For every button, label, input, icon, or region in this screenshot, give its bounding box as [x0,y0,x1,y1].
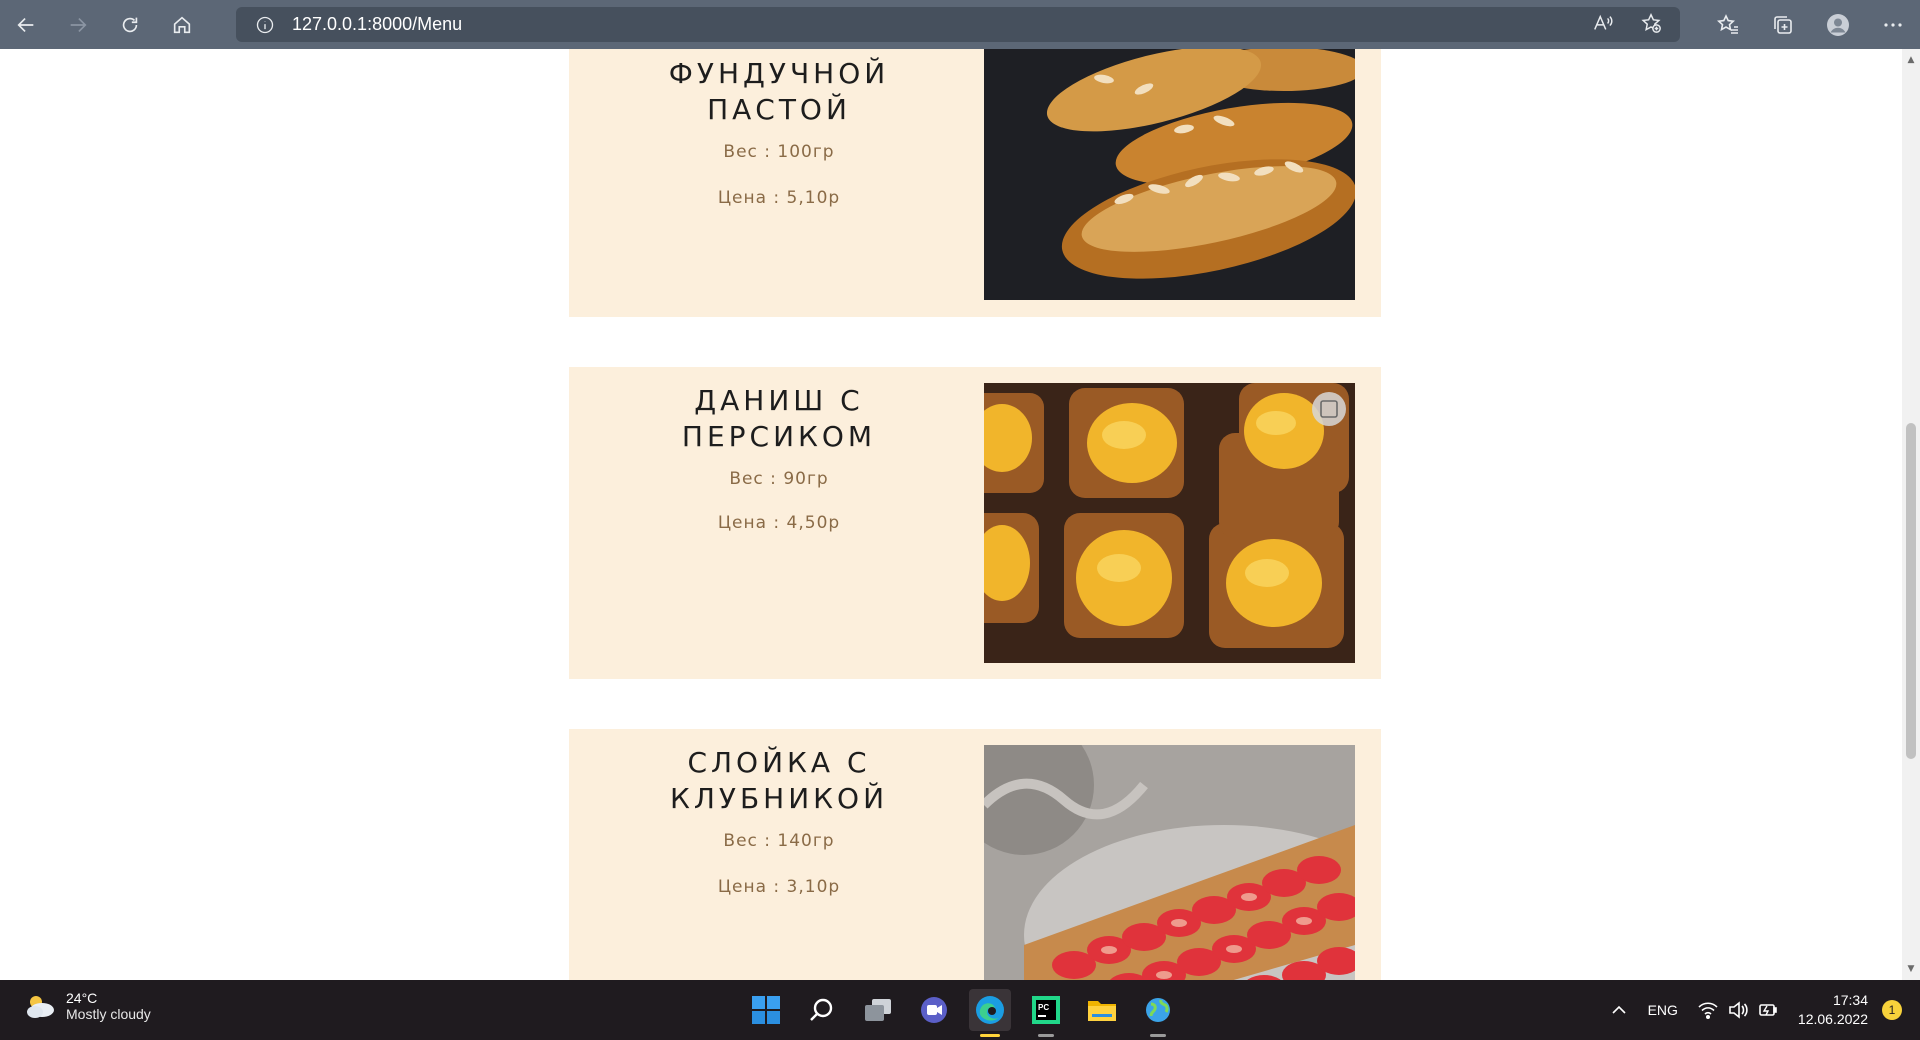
cloud-sun-icon [27,996,54,1018]
task-view-button[interactable] [857,989,899,1031]
chevron-up-icon [1612,1005,1626,1014]
search-icon [810,998,833,1021]
almond-croissant-photo [984,49,1355,300]
menu-item-title: ФУНДУЧНОЙ ПАСТОЙ [668,57,890,126]
weather-temperature: 24°C [66,990,98,1006]
refresh-button[interactable] [104,0,156,49]
globe-icon [1146,998,1170,1022]
clock[interactable]: 17:34 12.06.2022 [1798,991,1868,1029]
language-indicator[interactable]: ENG [1648,1002,1678,1018]
teams-chat-button[interactable] [913,989,955,1031]
wifi-icon[interactable] [1698,1001,1718,1019]
edge-browser-icon [976,996,1004,1024]
forward-button[interactable] [52,0,104,49]
more-menu-button[interactable] [1865,0,1920,49]
notification-badge[interactable]: 1 [1882,1000,1902,1020]
active-indicator [980,1034,1000,1037]
clock-time: 17:34 [1832,992,1868,1008]
scroll-up-arrow-icon[interactable]: ▲ [1906,55,1916,65]
search-button[interactable] [801,989,843,1031]
windows-logo-icon [752,996,780,1024]
avatar-icon [1826,13,1849,36]
show-hidden-icons-button[interactable] [1610,1001,1628,1019]
read-aloud-icon[interactable] [1592,12,1614,38]
more-dots-icon [1883,22,1902,27]
strawberry-puff-photo [984,745,1355,980]
menu-item-price: Цена : 3,10р [717,877,841,897]
profile-button[interactable] [1810,0,1865,49]
menu-item-title: ДАНИШ С ПЕРСИКОМ [681,384,877,453]
browser-toolbar: 127.0.0.1:8000/Menu [0,0,1920,49]
scroll-down-arrow-icon[interactable]: ▼ [1906,964,1916,974]
volume-icon[interactable] [1728,1001,1748,1019]
menu-item-card: ФУНДУЧНОЙ ПАСТОЙ Вес : 100гр Цена : 5,10… [569,49,1381,317]
back-button[interactable] [0,0,52,49]
favorites-button[interactable] [1700,0,1755,49]
collections-button[interactable] [1755,0,1810,49]
running-indicator [1038,1034,1054,1037]
battery-icon[interactable] [1758,1001,1778,1019]
add-favorite-icon[interactable] [1640,12,1662,38]
arrow-right-icon [70,17,87,32]
menu-item-price: Цена : 4,50р [717,513,841,533]
task-view-icon [865,999,891,1021]
home-icon [173,16,191,33]
peach-danish-photo [984,383,1355,663]
favorites-icon [1716,13,1738,34]
globe-app-button[interactable] [1137,989,1179,1037]
folder-icon [1088,1001,1116,1021]
collections-icon [1773,15,1792,34]
menu-item-title: СЛОЙКА С КЛУБНИКОЙ [669,746,889,815]
page-viewport: ФУНДУЧНОЙ ПАСТОЙ Вес : 100гр Цена : 5,10… [0,49,1902,980]
pycharm-icon: PC [1032,996,1060,1024]
weather-widget[interactable]: 24°C Mostly cloudy [24,990,151,1022]
running-indicator [1150,1034,1166,1037]
edge-taskbar-button[interactable] [969,989,1011,1037]
system-tray: ENG 17:34 12.06.2022 1 [1610,980,1920,1040]
start-button[interactable] [745,989,787,1031]
arrow-left-icon [17,17,34,32]
url-text[interactable]: 127.0.0.1:8000/Menu [292,14,462,35]
address-bar[interactable]: 127.0.0.1:8000/Menu [236,7,1680,42]
refresh-icon [122,17,138,32]
menu-item-weight: Вес : 140гр [723,831,835,851]
clock-date: 12.06.2022 [1797,1011,1868,1027]
home-button[interactable] [156,0,208,49]
menu-item-card: ДАНИШ С ПЕРСИКОМ Вес : 90гр Цена : 4,50р [569,367,1381,679]
page-scrollbar[interactable]: ▲ ▼ [1902,49,1920,980]
windows-taskbar: 24°C Mostly cloudy PC ENG 17:34 12.06.20… [0,980,1920,1040]
svg-text:PC: PC [1038,1003,1049,1012]
pycharm-button[interactable]: PC [1025,989,1067,1037]
weather-description: Mostly cloudy [66,1006,151,1022]
menu-item-weight: Вес : 100гр [723,142,835,162]
file-explorer-button[interactable] [1081,989,1123,1031]
scrollbar-thumb[interactable] [1906,423,1916,759]
menu-item-weight: Вес : 90гр [729,469,829,489]
menu-item-price: Цена : 5,10р [717,188,841,208]
site-info-icon[interactable] [254,14,276,36]
menu-item-card: СЛОЙКА С КЛУБНИКОЙ Вес : 140гр Цена : 3,… [569,729,1381,980]
chat-icon [921,997,947,1023]
